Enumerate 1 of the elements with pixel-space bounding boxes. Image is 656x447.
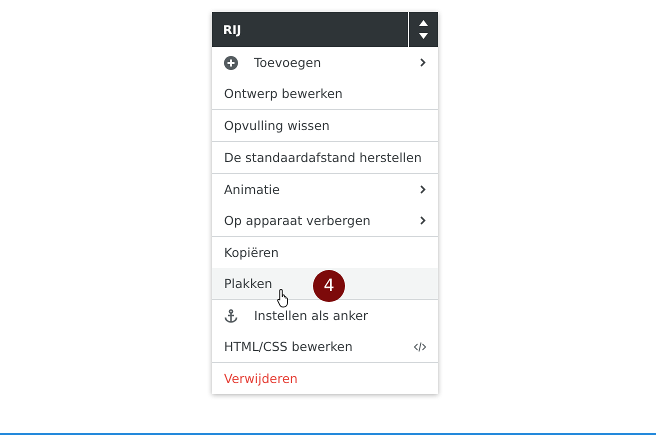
- menu-title: RIJ: [222, 22, 242, 38]
